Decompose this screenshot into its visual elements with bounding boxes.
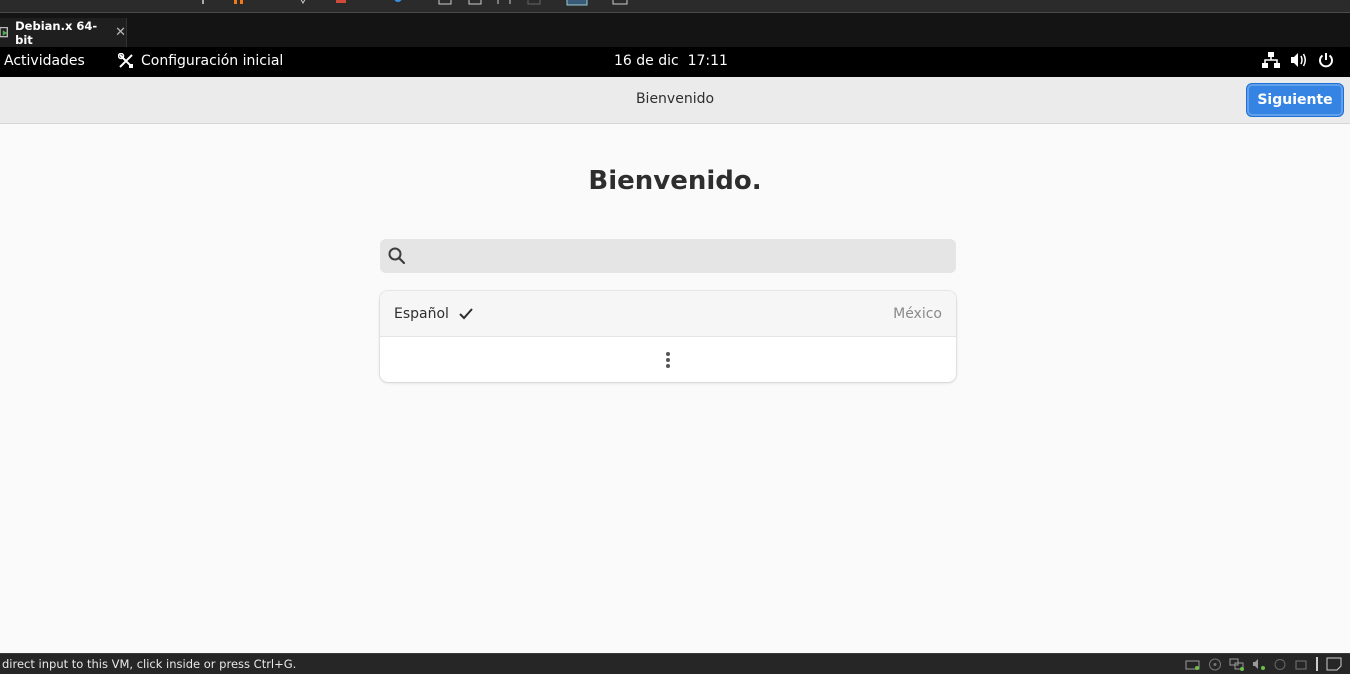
next-button[interactable]: Siguiente bbox=[1246, 83, 1344, 117]
network-icon bbox=[1262, 52, 1280, 68]
clock[interactable]: 16 de dic 17:11 bbox=[614, 53, 728, 69]
cd-icon[interactable] bbox=[1208, 658, 1222, 671]
pause-icon[interactable] bbox=[232, 0, 246, 6]
sound-card-icon[interactable] bbox=[1252, 658, 1266, 671]
vm-toolbar bbox=[0, 0, 1350, 13]
language-region: México bbox=[893, 306, 942, 322]
language-name: Español bbox=[394, 306, 449, 322]
language-list: Español México bbox=[380, 291, 956, 382]
search-input[interactable] bbox=[414, 239, 948, 275]
view-more-icon bbox=[666, 351, 670, 368]
unity-icon[interactable] bbox=[497, 0, 511, 6]
app-menu-label: Configuración inicial bbox=[141, 53, 284, 69]
language-row-espanol[interactable]: Español México bbox=[380, 291, 956, 337]
fullscreen-icon[interactable] bbox=[468, 0, 482, 6]
printer-icon[interactable] bbox=[1294, 658, 1308, 671]
vm-statusbar: direct input to this VM, click inside or… bbox=[0, 653, 1350, 674]
search-box[interactable] bbox=[380, 239, 956, 275]
snapshot-icon[interactable] bbox=[335, 0, 349, 6]
system-tray[interactable] bbox=[1262, 52, 1334, 68]
headerbar-title: Bienvenido bbox=[635, 91, 715, 107]
vm-tabbar: Debian.x 64-bit ✕ bbox=[0, 13, 1350, 47]
console-view-icon[interactable] bbox=[438, 0, 452, 6]
checkmark-icon bbox=[459, 308, 473, 320]
vm-tab-debian[interactable]: Debian.x 64-bit ✕ bbox=[0, 18, 127, 47]
power-icon bbox=[1319, 53, 1333, 68]
message-log-icon[interactable] bbox=[1326, 657, 1342, 671]
hard-disk-icon[interactable] bbox=[1185, 658, 1201, 671]
view-icon[interactable] bbox=[566, 0, 588, 6]
app-menu[interactable]: Configuración inicial bbox=[118, 53, 283, 69]
usb-icon[interactable] bbox=[1273, 658, 1287, 671]
volume-icon bbox=[1291, 53, 1306, 67]
library-icon[interactable] bbox=[612, 0, 628, 6]
close-icon[interactable]: ✕ bbox=[115, 25, 126, 40]
gnome-top-bar: Actividades Configuración inicial 16 de … bbox=[0, 47, 1350, 77]
activities-button[interactable]: Actividades bbox=[4, 53, 85, 69]
network-adapter-icon[interactable] bbox=[1229, 658, 1245, 671]
headerbar: Bienvenido Siguiente bbox=[0, 77, 1350, 124]
divider-icon bbox=[1316, 657, 1318, 671]
toolbar-icon[interactable] bbox=[298, 0, 308, 6]
tools-icon bbox=[118, 53, 133, 68]
status-message: direct input to this VM, click inside or… bbox=[2, 657, 297, 671]
stretch-icon[interactable] bbox=[527, 0, 541, 6]
snapshot-manager-icon[interactable] bbox=[392, 0, 404, 6]
page-title: Bienvenido. bbox=[588, 166, 762, 196]
toolbar-icon[interactable] bbox=[200, 0, 206, 6]
search-icon bbox=[388, 247, 406, 265]
vm-power-icon bbox=[0, 26, 8, 37]
more-languages-button[interactable] bbox=[380, 337, 956, 382]
device-icons bbox=[1185, 657, 1342, 671]
vm-tab-title: Debian.x 64-bit bbox=[15, 18, 98, 47]
